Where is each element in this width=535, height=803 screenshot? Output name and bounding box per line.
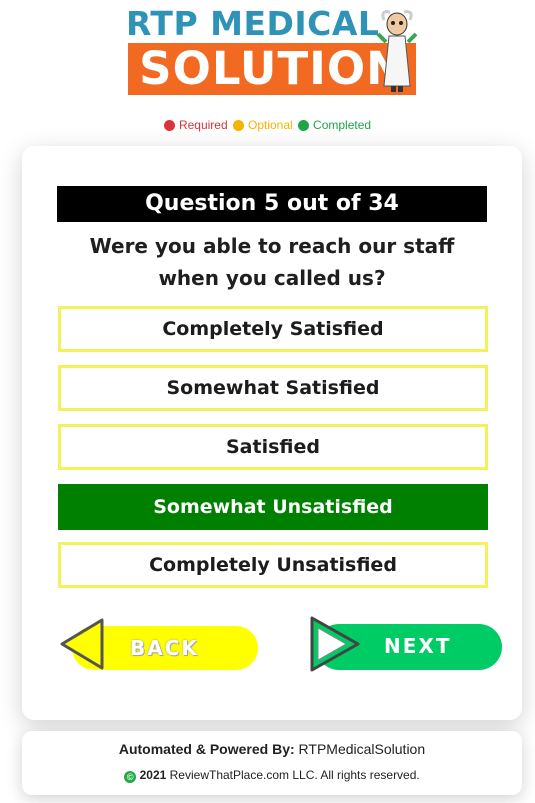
completed-dot-icon — [298, 119, 310, 131]
logo-line-1: RTP MEDICAL — [126, 4, 380, 43]
option-completely-satisfied[interactable]: Completely Satisfied — [58, 306, 488, 352]
legend-optional: Optional — [232, 118, 293, 132]
back-arrow-icon — [60, 618, 104, 670]
next-button[interactable]: NEXT — [300, 614, 502, 672]
question-text: Were you able to reach our staff when yo… — [89, 234, 455, 290]
legend-completed: Completed — [298, 118, 371, 132]
option-somewhat-unsatisfied[interactable]: Somewhat Unsatisfied — [58, 484, 488, 530]
back-button[interactable]: BACK — [56, 614, 258, 670]
back-label: BACK — [130, 636, 199, 660]
status-legend: Required Optional Completed — [0, 118, 535, 134]
option-satisfied[interactable]: Satisfied — [58, 424, 488, 470]
optional-dot-icon — [232, 119, 244, 131]
next-label: NEXT — [384, 634, 452, 658]
footer: Automated & Powered By: RTPMedicalSoluti… — [22, 731, 522, 795]
survey-card: Question 5 out of 34 Were you able to re… — [22, 146, 522, 720]
copyright-icon: © — [124, 771, 137, 783]
copyright-line: © 2021 ReviewThatPlace.com LLC. All righ… — [22, 768, 522, 783]
question-counter: Question 5 out of 34 — [57, 186, 487, 222]
option-somewhat-satisfied[interactable]: Somewhat Satisfied — [58, 365, 488, 411]
doctor-mascot-icon — [376, 10, 418, 92]
legend-required: Required — [163, 118, 228, 132]
powered-by-line: Automated & Powered By: RTPMedicalSoluti… — [118, 741, 426, 757]
next-arrow-icon — [310, 616, 360, 672]
brand-logo: RTP MEDICAL SOLUTION — [126, 4, 418, 95]
logo-line-2: SOLUTION — [128, 43, 416, 95]
option-completely-unsatisfied[interactable]: Completely Unsatisfied — [58, 542, 488, 588]
required-dot-icon — [163, 119, 175, 131]
